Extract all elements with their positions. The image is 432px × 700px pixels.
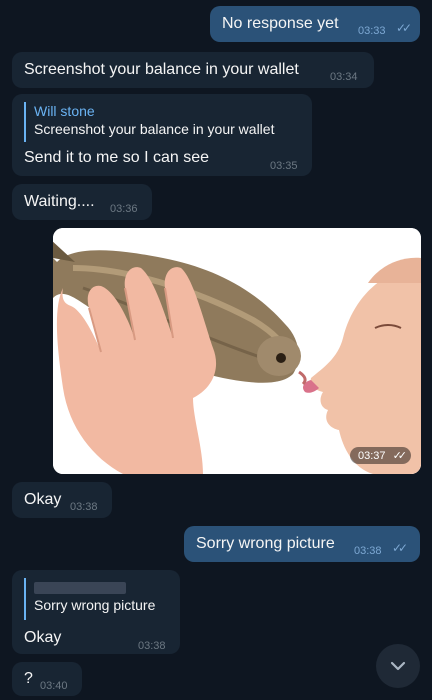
message-text: Waiting.... [24,193,95,210]
message-time: 03:40 [40,680,68,692]
message-text: ? [24,670,33,687]
message-time: 03:38 [70,501,98,513]
message-time: 03:38 [354,545,382,557]
photo-image[interactable] [53,228,421,474]
reply-author: Will stone [34,103,95,119]
message-bubble-incoming[interactable]: Okay 03:38 [12,482,112,518]
message-text: Screenshot your balance in your wallet [24,61,299,78]
message-bubble-outgoing[interactable]: No response yet 03:33 ✓✓ [210,6,420,42]
message-time: 03:34 [330,71,358,83]
redaction-block [34,582,126,595]
message-bubble-incoming-reply[interactable]: Sorry wrong picture Okay 03:38 [12,570,180,654]
message-bubble-outgoing[interactable]: Sorry wrong picture 03:38 ✓✓ [184,526,420,562]
reply-quote[interactable]: Sorry wrong picture [24,578,174,620]
message-bubble-incoming[interactable]: Screenshot your balance in your wallet 0… [12,52,374,88]
reply-text: Screenshot your balance in your wallet [34,121,275,137]
reply-author-redacted [34,578,174,596]
message-time: 03:37 [357,450,386,462]
photo-timestamp: 03:37 ✓✓ [349,447,411,464]
double-check-icon: ✓✓ [396,21,412,35]
message-time: 03:35 [270,160,298,172]
double-check-icon: ✓✓ [392,450,408,462]
scroll-to-bottom-button[interactable] [376,644,420,688]
message-text: Send it to me so I can see [24,149,209,166]
message-text: Sorry wrong picture [196,535,335,552]
message-bubble-incoming[interactable]: ? 03:40 [12,662,82,696]
message-time: 03:36 [110,203,138,215]
message-time: 03:33 [358,25,386,37]
message-text: Okay [24,629,62,646]
double-check-icon: ✓✓ [392,541,408,555]
chevron-down-icon [390,661,406,671]
reply-quote[interactable]: Will stone Screenshot your balance in yo… [24,102,304,142]
message-text: Okay [24,491,62,508]
message-bubble-incoming-reply[interactable]: Will stone Screenshot your balance in yo… [12,94,312,176]
reply-text: Sorry wrong picture [34,597,156,613]
message-time: 03:38 [138,640,166,652]
message-text: No response yet [222,15,339,32]
photo-message[interactable]: 03:37 ✓✓ [53,228,421,474]
message-bubble-incoming[interactable]: Waiting.... 03:36 [12,184,152,220]
